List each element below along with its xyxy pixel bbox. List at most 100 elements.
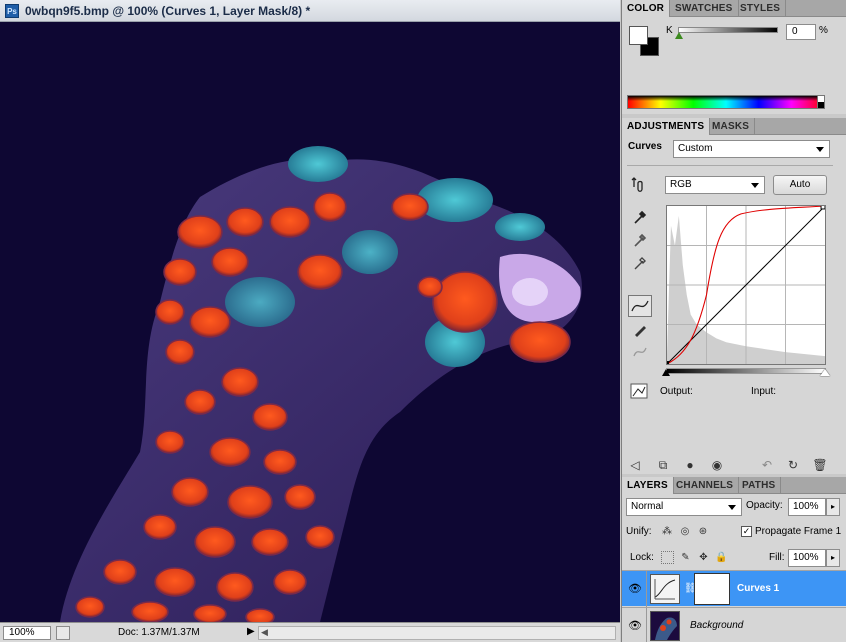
tab-adjustments[interactable]: ADJUSTMENTS — [622, 118, 711, 135]
document-size-info: Doc: 1.37M/1.37M — [118, 627, 200, 638]
propagate-frame-checkbox[interactable]: ✓ — [741, 526, 752, 537]
status-info-button[interactable] — [56, 626, 70, 640]
k-unit-label: % — [819, 25, 828, 36]
black-point-slider[interactable] — [662, 369, 670, 376]
pale-patch — [512, 278, 548, 306]
tab-styles[interactable]: STYLES — [735, 0, 787, 17]
clipping-display-icon[interactable] — [630, 383, 650, 401]
white-point-slider[interactable] — [820, 369, 830, 376]
preset-dropdown[interactable]: Custom — [673, 140, 830, 158]
panels-dock: COLOR SWATCHES STYLES K 0 % ADJUSTMENTS … — [621, 0, 846, 642]
black-white-swatch[interactable] — [817, 95, 825, 109]
k-channel-slider[interactable] — [678, 27, 778, 33]
blend-mode-dropdown[interactable]: Normal — [626, 498, 742, 516]
document-title-bar[interactable]: Ps 0wbqn9f5.bmp @ 100% (Curves 1, Layer … — [0, 0, 620, 22]
opacity-arrow-icon[interactable]: ▸ — [826, 498, 840, 516]
fill-arrow-icon[interactable]: ▸ — [826, 549, 840, 567]
view-previous-state-icon[interactable]: ↶ — [759, 457, 775, 473]
chevron-down-icon — [751, 183, 759, 188]
opacity-label: Opacity: — [746, 500, 783, 511]
unify-style-icon[interactable]: ⊛ — [696, 525, 710, 539]
curve-point — [820, 206, 825, 210]
blend-mode-value: Normal — [631, 501, 664, 512]
black-point-eyedropper-icon[interactable] — [630, 207, 650, 227]
foreground-color-swatch[interactable] — [629, 26, 648, 45]
adjustments-panel: Curves Custom RGB Auto Output: Input: ◁ … — [622, 135, 846, 474]
layer-mask-thumbnail[interactable] — [694, 573, 730, 605]
k-channel-label: K — [666, 25, 673, 36]
teal-cluster — [495, 213, 545, 241]
teal-cluster — [288, 146, 348, 182]
unify-visibility-icon[interactable]: ◎ — [678, 525, 692, 539]
input-gradient-bar — [666, 368, 826, 374]
layer-name: Background — [690, 620, 744, 631]
divider — [646, 608, 647, 642]
color-spectrum-ramp[interactable] — [627, 95, 825, 109]
visibility-eye-icon[interactable]: ◉ — [709, 457, 725, 473]
pencil-draw-icon[interactable] — [630, 320, 650, 340]
curves-adjustment-thumbnail — [650, 574, 680, 604]
layer-row-curves[interactable]: 👁 ⛓ Curves 1 — [622, 570, 846, 607]
channel-dropdown[interactable]: RGB — [665, 176, 765, 194]
tab-color[interactable]: COLOR — [622, 0, 671, 17]
tab-layers[interactable]: LAYERS — [622, 477, 674, 494]
unify-label: Unify: — [626, 526, 652, 537]
lock-transparency-icon[interactable] — [661, 551, 674, 564]
gray-point-eyedropper-icon[interactable] — [630, 230, 650, 250]
adjustments-panel-tabs: ADJUSTMENTS MASKS — [622, 118, 846, 135]
lock-position-move-icon[interactable]: ✥ — [697, 551, 710, 564]
lock-image-brush-icon[interactable]: ✎ — [679, 551, 692, 564]
auto-button[interactable]: Auto — [773, 175, 827, 195]
fill-input[interactable]: 100% — [788, 549, 826, 567]
smooth-curve-icon[interactable] — [630, 342, 650, 362]
tab-channels[interactable]: CHANNELS — [671, 477, 740, 494]
visibility-eye-icon[interactable]: 👁 — [628, 582, 642, 595]
curves-graph[interactable] — [666, 205, 826, 365]
scroll-left-arrow-icon[interactable]: ◀ — [261, 627, 268, 638]
document-window: Ps 0wbqn9f5.bmp @ 100% (Curves 1, Layer … — [0, 0, 620, 642]
color-panel: K 0 % — [622, 17, 846, 114]
fill-label: Fill: — [769, 552, 785, 563]
chevron-down-icon — [816, 147, 824, 152]
photoshop-app-icon: Ps — [5, 4, 19, 18]
tab-paths[interactable]: PATHS — [737, 477, 782, 494]
adjustment-name: Curves — [628, 141, 662, 152]
chevron-down-icon — [728, 505, 736, 510]
layers-panel: Normal Opacity: 100% ▸ Unify: ⁂ ◎ ⊛ ✓ Pr… — [622, 494, 846, 642]
zoom-level-field[interactable]: 100% — [3, 626, 51, 640]
tab-swatches[interactable]: SWATCHES — [670, 0, 739, 17]
expand-view-icon[interactable]: ⧉ — [655, 457, 671, 473]
adjustments-footer: ◁ ⧉ ● ◉ ↶ ↻ 🗑 — [622, 456, 846, 474]
horizontal-scrollbar[interactable]: ◀ — [258, 626, 616, 640]
teal-cluster — [225, 277, 295, 327]
trash-icon[interactable]: 🗑 — [812, 457, 828, 473]
input-label: Input: — [751, 386, 777, 397]
opacity-input[interactable]: 100% — [788, 498, 826, 516]
curve-point — [667, 361, 669, 364]
divider — [627, 165, 833, 166]
k-value-input[interactable]: 0 — [786, 24, 816, 40]
image-canvas[interactable] — [0, 22, 620, 622]
unify-position-icon[interactable]: ⁂ — [660, 525, 674, 539]
visibility-eye-icon[interactable]: 👁 — [628, 619, 642, 632]
layer-row-background[interactable]: 👁 Background — [622, 607, 846, 642]
layer-name: Curves 1 — [737, 583, 780, 594]
divider — [646, 571, 647, 607]
status-menu-arrow-icon[interactable]: ▶ — [247, 626, 255, 637]
output-label: Output: — [660, 386, 693, 397]
lock-all-icon[interactable]: 🔒 — [715, 551, 728, 564]
background-layer-thumbnail — [650, 611, 680, 641]
reset-icon[interactable]: ↻ — [785, 457, 801, 473]
back-arrow-icon[interactable]: ◁ — [627, 457, 643, 473]
curve-edit-points-icon[interactable] — [628, 295, 652, 317]
targeted-adjustment-tool-icon[interactable] — [630, 175, 650, 195]
clip-to-layer-icon[interactable]: ● — [682, 457, 698, 473]
document-title: 0wbqn9f5.bmp @ 100% (Curves 1, Layer Mas… — [25, 4, 311, 18]
k-slider-thumb[interactable] — [675, 32, 683, 39]
tab-masks[interactable]: MASKS — [707, 118, 756, 135]
teal-cluster — [417, 178, 493, 222]
white-point-eyedropper-icon[interactable] — [630, 253, 650, 273]
lock-label: Lock: — [630, 552, 654, 563]
document-status-bar: 100% Doc: 1.37M/1.37M ▶ ◀ — [0, 622, 620, 642]
channel-value: RGB — [670, 179, 692, 190]
